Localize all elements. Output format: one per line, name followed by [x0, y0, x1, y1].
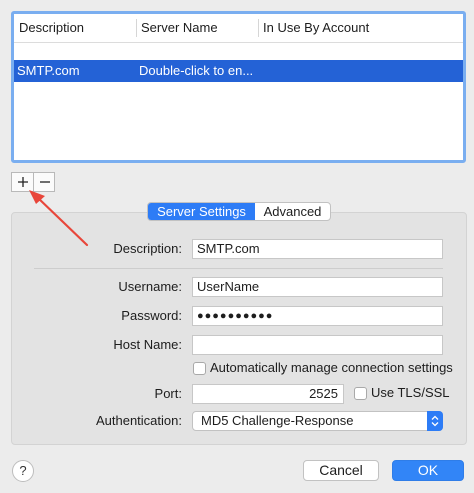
divider — [34, 268, 443, 269]
table-header: Description Server Name In Use By Accoun… — [14, 14, 463, 43]
port-label: Port: — [154, 386, 182, 401]
host-name-field[interactable] — [192, 335, 443, 355]
port-field[interactable]: 2525 — [192, 384, 344, 404]
authentication-label: Authentication: — [95, 413, 182, 428]
cell-description: SMTP.com — [17, 63, 80, 78]
chevron-up-down-icon — [427, 411, 443, 431]
list-edit-buttons — [11, 172, 55, 192]
column-header-description[interactable]: Description — [14, 14, 136, 42]
help-button[interactable]: ? — [12, 460, 34, 482]
column-header-in-use-by-account[interactable]: In Use By Account — [258, 14, 458, 42]
table-row-empty — [14, 104, 463, 126]
table-row-empty — [14, 43, 463, 60]
authentication-popup[interactable]: MD5 Challenge-Response — [192, 411, 443, 431]
column-header-server-name[interactable]: Server Name — [136, 14, 258, 42]
description-label: Description: — [113, 241, 182, 256]
tab-advanced[interactable]: Advanced — [255, 203, 330, 220]
ok-button[interactable]: OK — [392, 460, 464, 481]
table-row-empty — [14, 82, 463, 104]
remove-server-button[interactable] — [34, 173, 55, 191]
table-row-empty — [14, 126, 463, 148]
username-label: Username: — [118, 279, 182, 294]
auto-manage-label: Automatically manage connection settings — [210, 360, 453, 375]
minus-icon — [39, 181, 50, 183]
password-field[interactable]: ●●●●●●●●●● — [192, 306, 443, 326]
auto-manage-checkbox[interactable] — [193, 362, 206, 375]
password-label: Password: — [121, 308, 182, 323]
add-server-button[interactable] — [12, 173, 33, 191]
settings-tab-control: Server Settings Advanced — [147, 202, 331, 221]
host-name-label: Host Name: — [113, 337, 182, 352]
smtp-server-table[interactable]: Description Server Name In Use By Accoun… — [11, 11, 466, 163]
tab-server-settings[interactable]: Server Settings — [148, 203, 255, 220]
cell-server-name: Double-click to en... — [139, 63, 254, 78]
use-tls-label: Use TLS/SSL — [371, 385, 450, 400]
plus-icon — [17, 177, 28, 187]
cancel-button[interactable]: Cancel — [303, 460, 379, 481]
description-field[interactable]: SMTP.com — [192, 239, 443, 259]
use-tls-checkbox[interactable] — [354, 387, 367, 400]
username-field[interactable]: UserName — [192, 277, 443, 297]
table-row[interactable]: SMTP.com Double-click to en... — [14, 60, 463, 82]
authentication-value: MD5 Challenge-Response — [201, 413, 354, 428]
